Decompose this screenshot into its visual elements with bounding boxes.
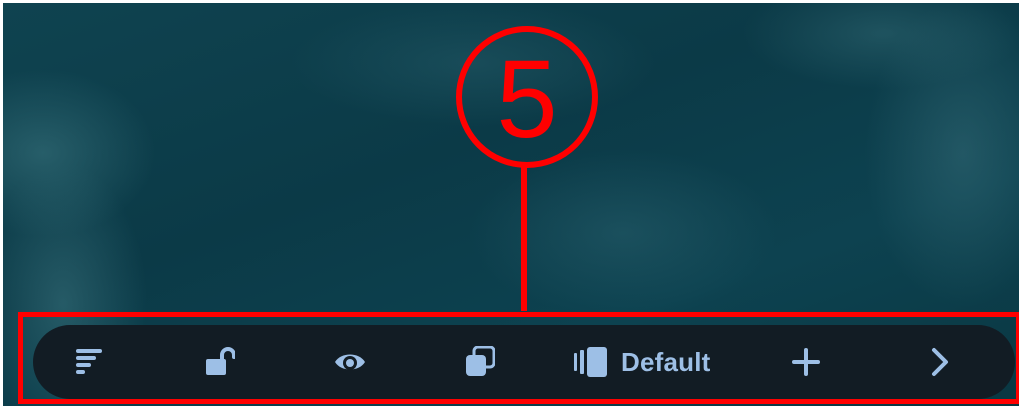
toolbar-highlight-box [18, 312, 1019, 404]
callout-number: 5 [496, 38, 557, 161]
map-background: 5 Default [3, 3, 1019, 406]
